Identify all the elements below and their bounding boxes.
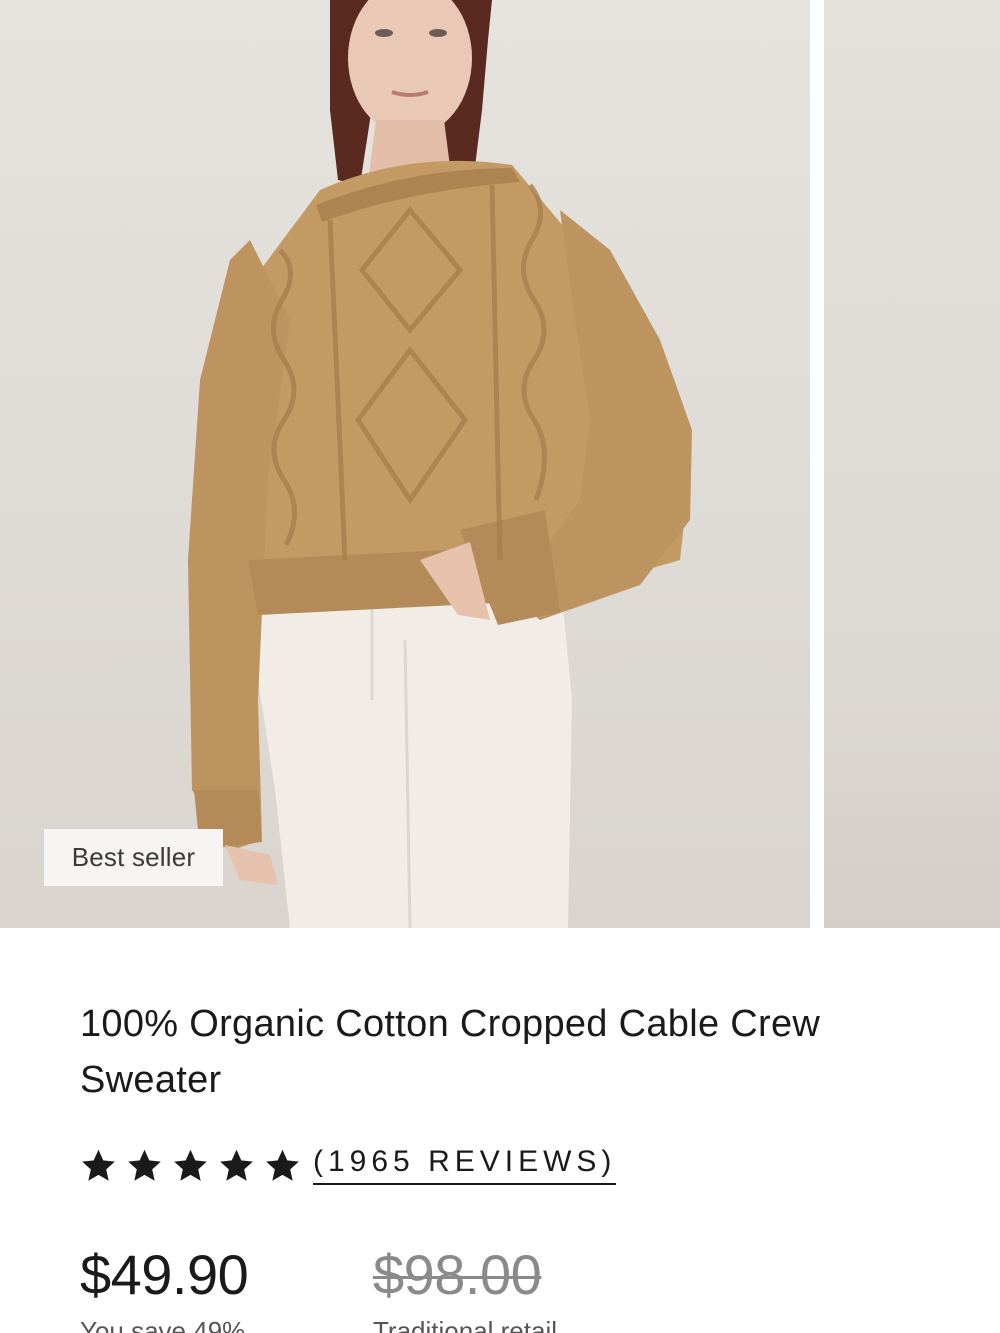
reviews-count[interactable]: (1965 REVIEWS) [313,1145,617,1185]
model-photo-illustration [188,0,692,928]
product-image-gallery[interactable]: Best seller [0,0,1000,928]
original-price-label: Traditional retail [373,1316,558,1333]
original-price-block: $98.00 Traditional retail [373,1240,557,1333]
reviews-link[interactable]: (1965 REVIEWS) [313,1145,617,1185]
star-icon [82,1149,115,1181]
star-icon [128,1149,161,1181]
product-image-next-peek[interactable] [824,0,1000,928]
price-row: $49.90 You save 49% $98.00 Traditional r… [80,1240,980,1333]
star-icon [220,1149,253,1181]
product-image-main[interactable] [0,0,810,928]
star-icon [174,1149,207,1181]
star-icon [266,1149,299,1181]
original-price: $98.00 [373,1243,542,1306]
savings-label: You save 49% [80,1316,246,1333]
product-rating[interactable]: (1965 REVIEWS) [80,1140,617,1190]
current-price: $49.90 [80,1243,249,1306]
product-title: 100% Organic Cotton Cropped Cable Crew S… [80,1003,821,1101]
current-price-block: $49.90 You save 49% [80,1240,249,1333]
rating-stars [80,1147,301,1184]
best-seller-badge: Best seller [44,829,223,886]
